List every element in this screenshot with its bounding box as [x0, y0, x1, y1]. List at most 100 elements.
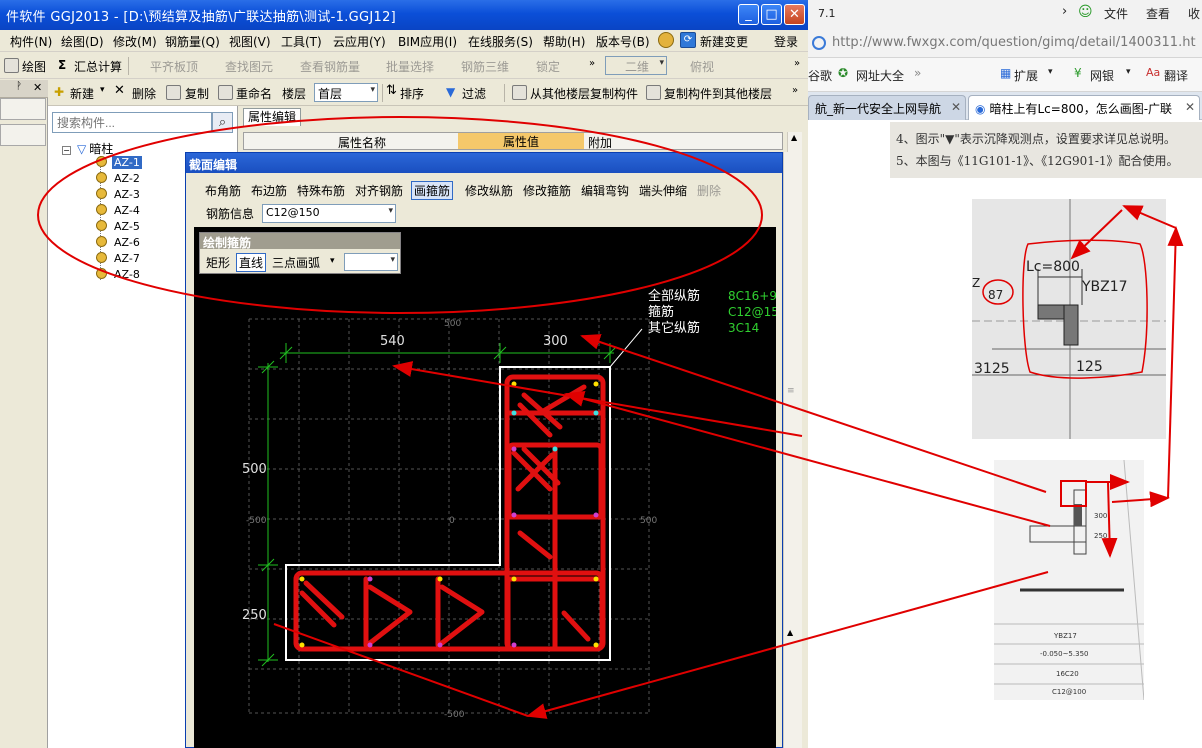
dropdown-arrow-icon-2[interactable]: ▾ — [1126, 67, 1131, 77]
tab-close-icon[interactable]: ✕ — [951, 100, 961, 114]
browser-tab-1[interactable]: 航_新一代安全上网导航 ✕ — [808, 95, 966, 120]
url-input[interactable]: http://www.fwxgx.com/question/gimq/detai… — [832, 35, 1196, 50]
menu-rebar-quantity[interactable]: 钢筋量(Q) — [165, 33, 220, 50]
tree-item-az-6[interactable]: AZ-6 — [96, 236, 142, 249]
menu-bim[interactable]: BIM应用(I) — [398, 33, 457, 50]
menu-cloud[interactable]: 云应用(Y) — [333, 33, 386, 50]
more-chevron-icon-2[interactable]: » — [794, 58, 800, 69]
menu-modify[interactable]: 修改(M) — [113, 33, 157, 50]
top-view-button[interactable]: 俯视 — [690, 58, 714, 75]
user-icon[interactable]: ☺ — [1078, 4, 1093, 20]
menu-view[interactable]: 视图(V) — [229, 33, 271, 50]
dock-item[interactable] — [0, 98, 46, 120]
menu-help[interactable]: 帮助(H) — [543, 33, 585, 50]
more-chevron-icon-3[interactable]: » — [792, 85, 798, 96]
copy-to-floor-button[interactable]: 复制构件到其他楼层 — [664, 85, 772, 102]
tool-align-rebar[interactable]: 对齐钢筋 — [355, 182, 403, 199]
tool-modify-stirrup[interactable]: 修改箍筋 — [523, 182, 571, 199]
view-mode-select[interactable]: 二维 ▾ — [605, 56, 667, 75]
tree-item-az-5[interactable]: AZ-5 — [96, 220, 142, 233]
menu-tools[interactable]: 工具(T) — [281, 33, 322, 50]
mode-three-point-arc[interactable]: 三点画弧 — [272, 254, 320, 271]
bookmark-sites[interactable]: 网址大全 — [856, 67, 904, 84]
rename-button[interactable]: 重命名 — [236, 85, 272, 102]
tree-item-az-4[interactable]: AZ-4 — [96, 204, 142, 217]
minimize-button[interactable]: _ — [738, 4, 759, 25]
floor-select[interactable]: 首层 ▾ — [314, 83, 378, 102]
copy-button[interactable]: 复制 — [185, 85, 209, 102]
rebar-dot — [552, 446, 558, 452]
tree-item-az-3[interactable]: AZ-3 — [96, 188, 142, 201]
dock-close-icon[interactable]: ✕ — [33, 81, 42, 94]
maximize-button[interactable]: □ — [761, 4, 782, 25]
dialog-title[interactable]: 截面编辑 — [186, 153, 782, 173]
sort-button[interactable]: 排序 — [400, 85, 424, 102]
filter-button[interactable]: 过滤 — [462, 85, 486, 102]
tree-item-az-2[interactable]: AZ-2 — [96, 172, 142, 185]
menu-draw[interactable]: 绘图(D) — [61, 33, 104, 50]
tool-modify-long-rebar[interactable]: 修改纵筋 — [465, 182, 513, 199]
scroll-up-icon[interactable]: ▲ — [787, 628, 793, 637]
bookmark-translate[interactable]: 翻译 — [1164, 67, 1188, 84]
tool-edge-rebar[interactable]: 布边筋 — [251, 182, 287, 199]
close-button[interactable]: ✕ — [784, 4, 805, 25]
sum-calc-button[interactable]: 汇总计算 — [74, 58, 122, 75]
tool-corner-rebar[interactable]: 布角筋 — [205, 182, 241, 199]
rebar-3d-button[interactable]: 钢筋三维 — [461, 58, 509, 75]
new-change-menu[interactable]: 新建变更 — [700, 33, 748, 50]
menu-component[interactable]: 构件(N) — [10, 33, 52, 50]
draw-button[interactable]: 绘图 — [22, 58, 46, 75]
search-icon[interactable]: ⌕ — [212, 112, 233, 133]
draw-option-select[interactable]: ▾ — [344, 253, 398, 271]
chevron-right-icon[interactable]: › — [1062, 4, 1067, 19]
tool-special-rebar[interactable]: 特殊布筋 — [297, 182, 345, 199]
copy-from-floor-button[interactable]: 从其他楼层复制构件 — [530, 85, 638, 102]
browser-tab-2[interactable]: ◉ 暗柱上有Lc=800，怎么画图-广联 ✕ — [968, 95, 1200, 120]
bookmark-bank[interactable]: 网银 — [1090, 67, 1114, 84]
new-button[interactable]: 新建 — [70, 85, 94, 102]
tab-close-icon-2[interactable]: ✕ — [1184, 100, 1195, 114]
smiley-icon[interactable] — [658, 32, 674, 48]
flat-top-button[interactable]: 平齐板顶 — [150, 58, 198, 75]
tab-property-edit[interactable]: 属性编辑 — [243, 108, 301, 126]
tool-draw-stirrup[interactable]: 画箍筋 — [411, 181, 454, 200]
section-canvas[interactable]: 500 0 -500 500 -500 540 300 500 250 全部纵筋… — [194, 227, 776, 748]
batch-select-button[interactable]: 批量选择 — [386, 58, 434, 75]
dropdown-arrow-icon[interactable]: ▾ — [1048, 67, 1053, 77]
tool-end-extend[interactable]: 端头伸缩 — [639, 182, 687, 199]
find-element-button[interactable]: 查找图元 — [225, 58, 273, 75]
lock-button[interactable]: 锁定 — [536, 58, 560, 75]
dropdown-arrow-icon[interactable]: ▾ — [100, 85, 105, 95]
bookmark-extend[interactable]: 扩展 — [1014, 67, 1038, 84]
mode-line[interactable]: 直线 — [236, 253, 267, 272]
more-bookmarks-icon[interactable]: » — [914, 66, 921, 80]
tree-item-az-1[interactable]: AZ-1 — [96, 156, 142, 169]
scroll-up-icon[interactable]: ▲ — [791, 133, 797, 142]
browser-menu-collect[interactable]: 收 — [1188, 5, 1200, 22]
tool-delete[interactable]: 删除 — [697, 182, 721, 199]
scroll-grip-icon[interactable]: ≡ — [787, 386, 795, 396]
dialog-scrollbar[interactable]: ≡ ▲ — [783, 152, 798, 748]
collapse-icon[interactable]: − — [62, 146, 71, 155]
menu-version[interactable]: 版本号(B) — [596, 33, 650, 50]
dock-item-2[interactable] — [0, 124, 46, 146]
tree-item-az-7[interactable]: AZ-7 — [96, 252, 142, 265]
more-chevron-icon[interactable]: » — [589, 58, 595, 69]
mode-rectangle[interactable]: 矩形 — [206, 254, 230, 271]
tool-edit-hook[interactable]: 编辑弯钩 — [581, 182, 629, 199]
view-rebar-button[interactable]: 查看钢筋量 — [300, 58, 360, 75]
rebar-info-select[interactable]: C12@150 ▾ — [262, 204, 396, 223]
bookmark-google[interactable]: 谷歌 — [808, 67, 832, 84]
browser-menu-view[interactable]: 查看 — [1146, 5, 1170, 22]
grid-label: -500 — [246, 516, 267, 526]
delete-button[interactable]: 删除 — [132, 85, 156, 102]
tree-item-az-8[interactable]: AZ-8 — [96, 268, 142, 281]
pin-icon[interactable]: ᚹ — [16, 81, 22, 92]
login-link[interactable]: 登录 — [774, 33, 798, 50]
browser-menu-file[interactable]: 文件 — [1104, 5, 1128, 22]
tree-root[interactable]: − ▽ 暗柱 — [62, 140, 113, 157]
menu-online-service[interactable]: 在线服务(S) — [468, 33, 533, 50]
search-input[interactable] — [52, 112, 212, 133]
title-bar[interactable]: 件软件 GGJ2013 - [D:\预结算及抽筋\广联达抽筋\测试-1.GGJ1… — [0, 0, 808, 30]
arc-dropdown-icon[interactable]: ▾ — [330, 256, 335, 266]
